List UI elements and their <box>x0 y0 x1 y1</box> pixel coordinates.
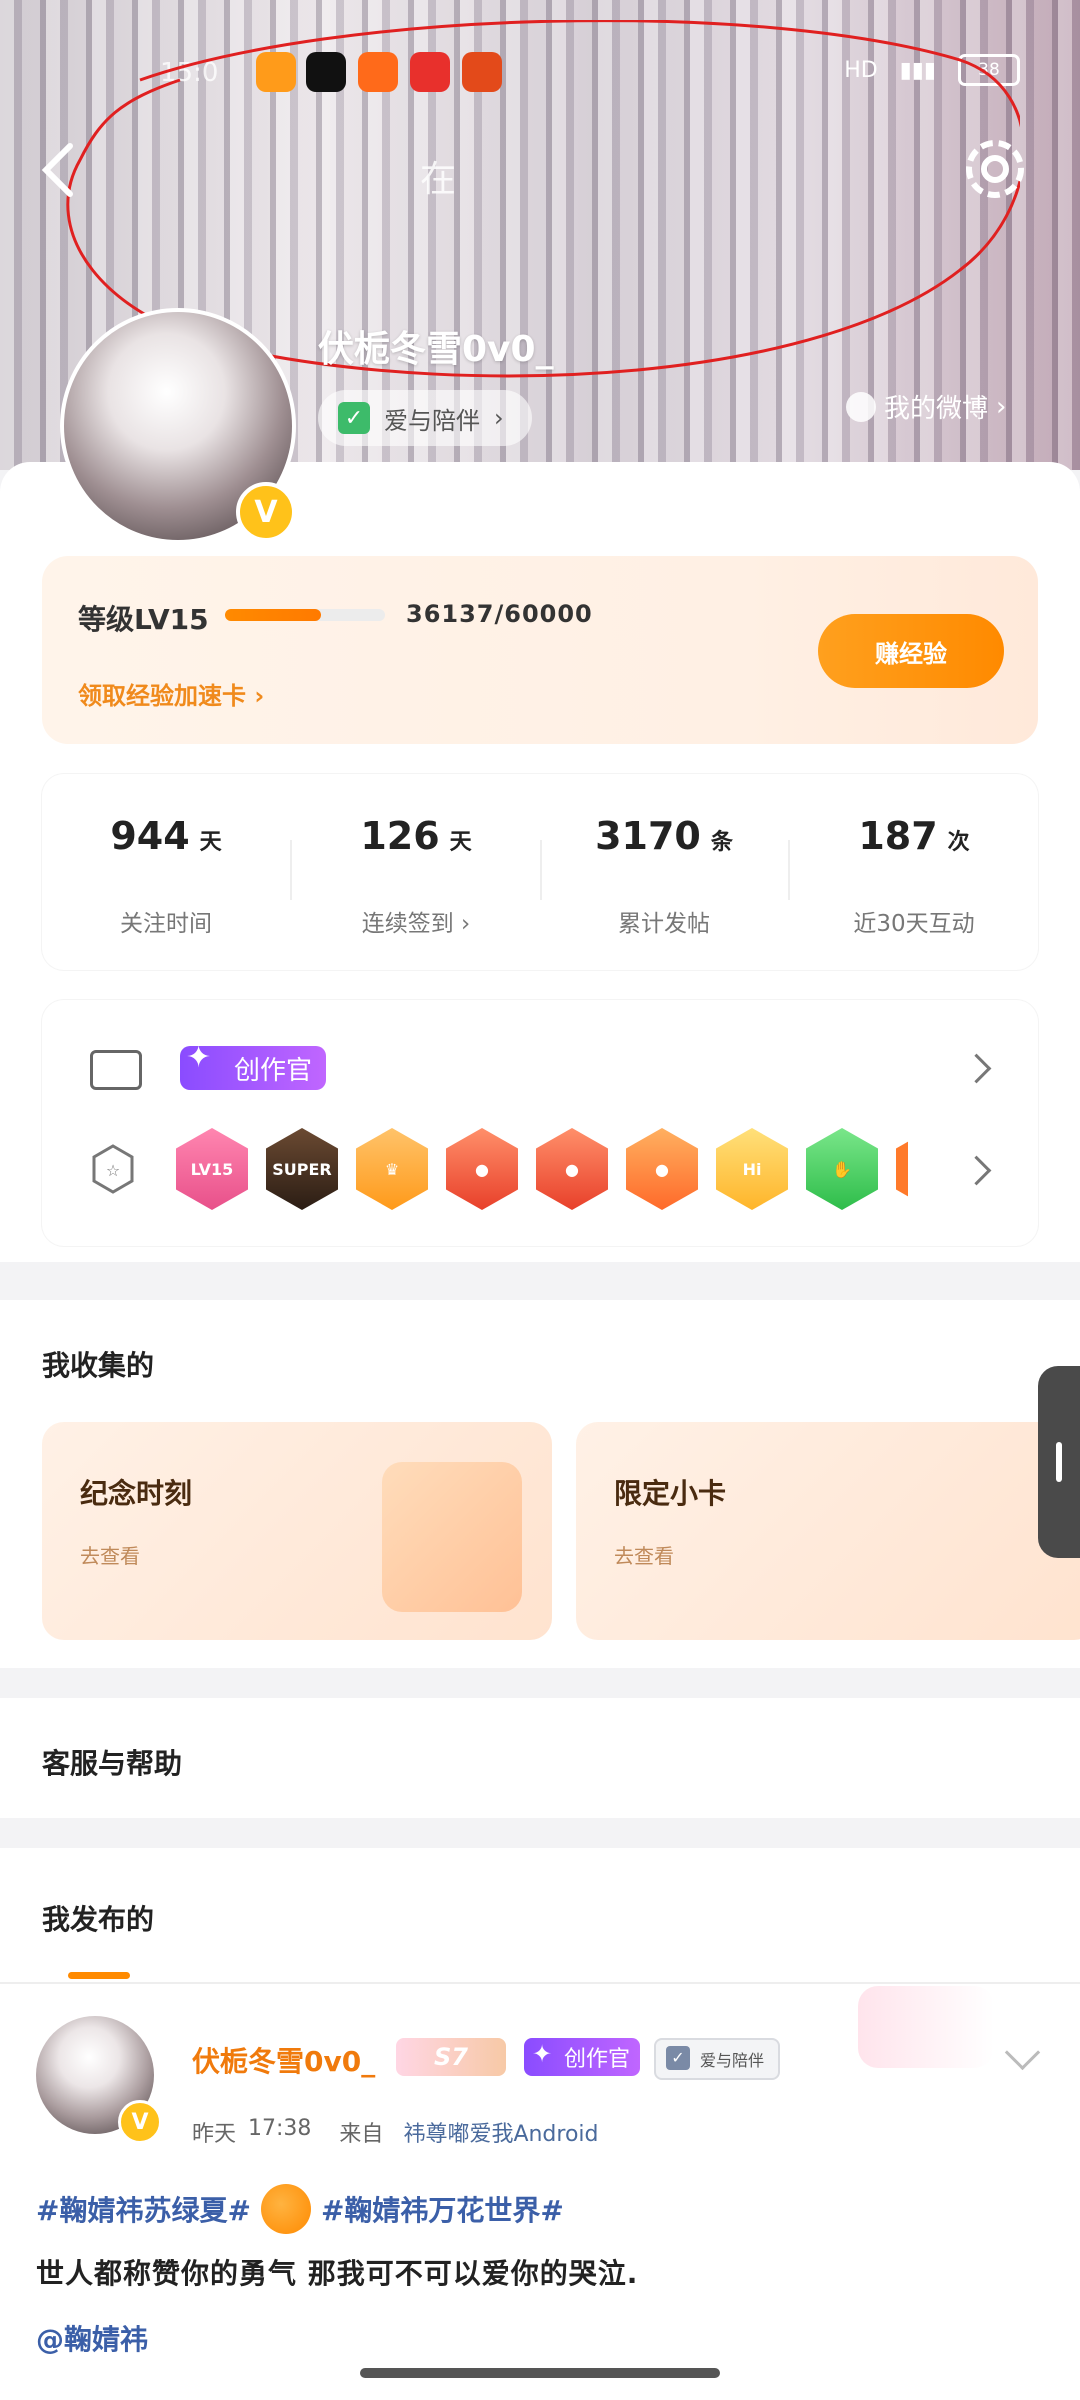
medal-label: SUPER <box>266 1128 338 1210</box>
post-hashtags: #鞠婧祎苏绿夏# #鞠婧祎万花世界# <box>36 2184 564 2234</box>
collection-card-moments[interactable]: 纪念时刻 去查看 <box>42 1422 552 1640</box>
chevron-right-icon: › <box>494 404 504 432</box>
stat-value: 126 <box>360 814 440 858</box>
level-progress-bar <box>225 609 385 621</box>
hashtag-link[interactable]: #鞠婧祎万花世界# <box>321 2189 564 2229</box>
creator-logo-icon: ✦ <box>532 2040 553 2068</box>
companion-tag[interactable]: ✓ 爱与陪伴 › <box>318 390 532 446</box>
collection-card-cards[interactable]: 限定小卡 去查看 <box>576 1422 1080 1640</box>
help-section[interactable]: 客服与帮助 <box>0 1698 1080 1818</box>
medal-hand[interactable]: ✋ <box>806 1128 878 1210</box>
creator-tag-small[interactable]: ✦ 创作官 <box>524 2038 641 2076</box>
profile-username: 伏栀冬雪0v0_ <box>318 329 554 370</box>
medal-tiger-2[interactable]: ● <box>536 1128 608 1210</box>
stat-unit: 次 <box>947 830 970 855</box>
hand-icon: ✋ <box>806 1128 878 1210</box>
stat-follow-days: 944 天 关注时间 <box>42 774 290 970</box>
stat-interactions: 187 次 近30天互动 <box>790 774 1038 970</box>
medal-crown[interactable]: ♛ <box>356 1128 428 1210</box>
medal-hi[interactable]: Hi <box>716 1128 788 1210</box>
divider <box>0 1982 1080 1984</box>
post-source-label: 来自 <box>339 2122 384 2147</box>
level-card: 等级LV15 36137/60000 领取经验加速卡 › 赚经验 <box>42 556 1038 744</box>
stats-card: 944 天 关注时间 126 天 连续签到 › 3170 条 累计发帖 187 次 近3… <box>42 774 1038 970</box>
creator-tag-label: 创作官 <box>564 2047 631 2072</box>
stat-value: 187 <box>858 814 938 858</box>
svg-text:☆: ☆ <box>106 1161 120 1180</box>
stat-unit: 天 <box>449 830 472 855</box>
stat-unit: 条 <box>710 830 733 855</box>
verified-badge-icon: V <box>236 482 296 542</box>
orange-emoji-icon <box>260 2184 311 2234</box>
crown-icon: ♛ <box>356 1128 428 1210</box>
tab-my-posts[interactable]: 我发布的 <box>42 1898 154 1938</box>
person-icon <box>846 391 876 422</box>
back-button[interactable] <box>36 140 86 200</box>
creator-logo-icon: ✦ <box>186 1040 212 1075</box>
card-sub: 去查看 <box>614 1544 674 1568</box>
home-indicator[interactable] <box>360 2368 720 2378</box>
stat-value: 3170 <box>595 814 701 858</box>
card-title: 纪念时刻 <box>80 1477 193 1510</box>
companion-tag-label: 爱与陪伴 <box>384 406 480 435</box>
tab-underline <box>68 1972 130 1979</box>
my-weibo-label: 我的微博 <box>884 394 989 424</box>
medal-partial <box>896 1128 908 1210</box>
level-exp-text: 36137/60000 <box>406 600 593 628</box>
section-title: 客服与帮助 <box>42 1747 183 1780</box>
post-day: 昨天 <box>192 2122 237 2147</box>
stat-total-posts: 3170 条 累计发帖 <box>540 774 788 970</box>
check-icon: ✓ <box>338 402 370 434</box>
settings-gear-icon[interactable] <box>958 132 1032 206</box>
medal-label: Hi <box>716 1128 788 1210</box>
stat-label: 关注时间 <box>120 911 212 937</box>
season-tag[interactable]: S7 <box>396 2038 506 2076</box>
medal-label: LV15 <box>176 1128 248 1210</box>
medal-tiger-3[interactable]: ● <box>626 1128 698 1210</box>
post-device[interactable]: 祎尊嘟爱我Android <box>403 2116 598 2148</box>
tiger-icon: ● <box>446 1128 518 1210</box>
chevron-right-icon: › <box>996 391 1007 422</box>
stat-unit: 天 <box>199 830 222 855</box>
my-weibo-link[interactable]: 我的微博 › <box>846 388 1006 425</box>
card-sub: 去查看 <box>80 1544 140 1568</box>
companion-tag-small[interactable]: ✓ 爱与陪伴 <box>654 2038 781 2080</box>
collection-section: 我收集的 纪念时刻 去查看 限定小卡 去查看 <box>0 1300 1080 1668</box>
companion-tag-label: 爱与陪伴 <box>700 2051 765 2070</box>
mention-link[interactable]: @鞠婧祎 <box>36 2318 148 2358</box>
medal-outline-icon: ☆ <box>92 1144 134 1194</box>
post-time: 17:38 <box>248 2116 312 2141</box>
tiger-icon: ● <box>536 1128 608 1210</box>
creator-tag[interactable]: ✦ 创作官 <box>180 1040 327 1090</box>
earn-exp-button[interactable]: 赚经验 <box>818 614 1004 688</box>
boost-card-link[interactable]: 领取经验加速卡 › <box>78 676 264 711</box>
calendar-icon <box>382 1462 522 1612</box>
stat-label: 累计发帖 <box>618 911 710 937</box>
stat-value: 944 <box>110 814 190 858</box>
side-drawer-handle[interactable] <box>1038 1366 1080 1558</box>
medal-lv15[interactable]: LV15 <box>176 1128 248 1210</box>
medal-super[interactable]: SUPER <box>266 1128 338 1210</box>
section-title: 我收集的 <box>42 1349 155 1382</box>
sticker-decoration <box>858 1986 994 2068</box>
check-icon: ✓ <box>666 2046 690 2070</box>
boost-card-label: 领取经验加速卡 <box>78 682 246 710</box>
verified-badge-icon: V <box>118 2100 162 2144</box>
id-card-icon <box>90 1050 142 1090</box>
hashtag-link[interactable]: #鞠婧祎苏绿夏# <box>36 2189 251 2229</box>
medal-tiger-1[interactable]: ● <box>446 1128 518 1210</box>
post-meta: 昨天 17:38 来自 祎尊嘟爱我Android <box>192 2116 599 2148</box>
level-label: 等级LV15 <box>78 603 209 636</box>
card-title: 限定小卡 <box>614 1477 727 1510</box>
post-username[interactable]: 伏栀冬雪0v0_ <box>192 2040 375 2080</box>
stat-label: 连续签到 <box>361 911 454 937</box>
level-progress-fill <box>225 609 321 621</box>
post-text: 世人都称赞你的勇气 那我可不可以爱你的哭泣. <box>36 2257 639 2290</box>
stat-label: 近30天互动 <box>853 911 975 937</box>
header-title: 在 <box>420 159 461 200</box>
creator-tag-label: 创作官 <box>234 1055 313 1086</box>
tiger-icon: ● <box>626 1128 698 1210</box>
stat-checkin-days[interactable]: 126 天 连续签到 › <box>292 774 540 970</box>
